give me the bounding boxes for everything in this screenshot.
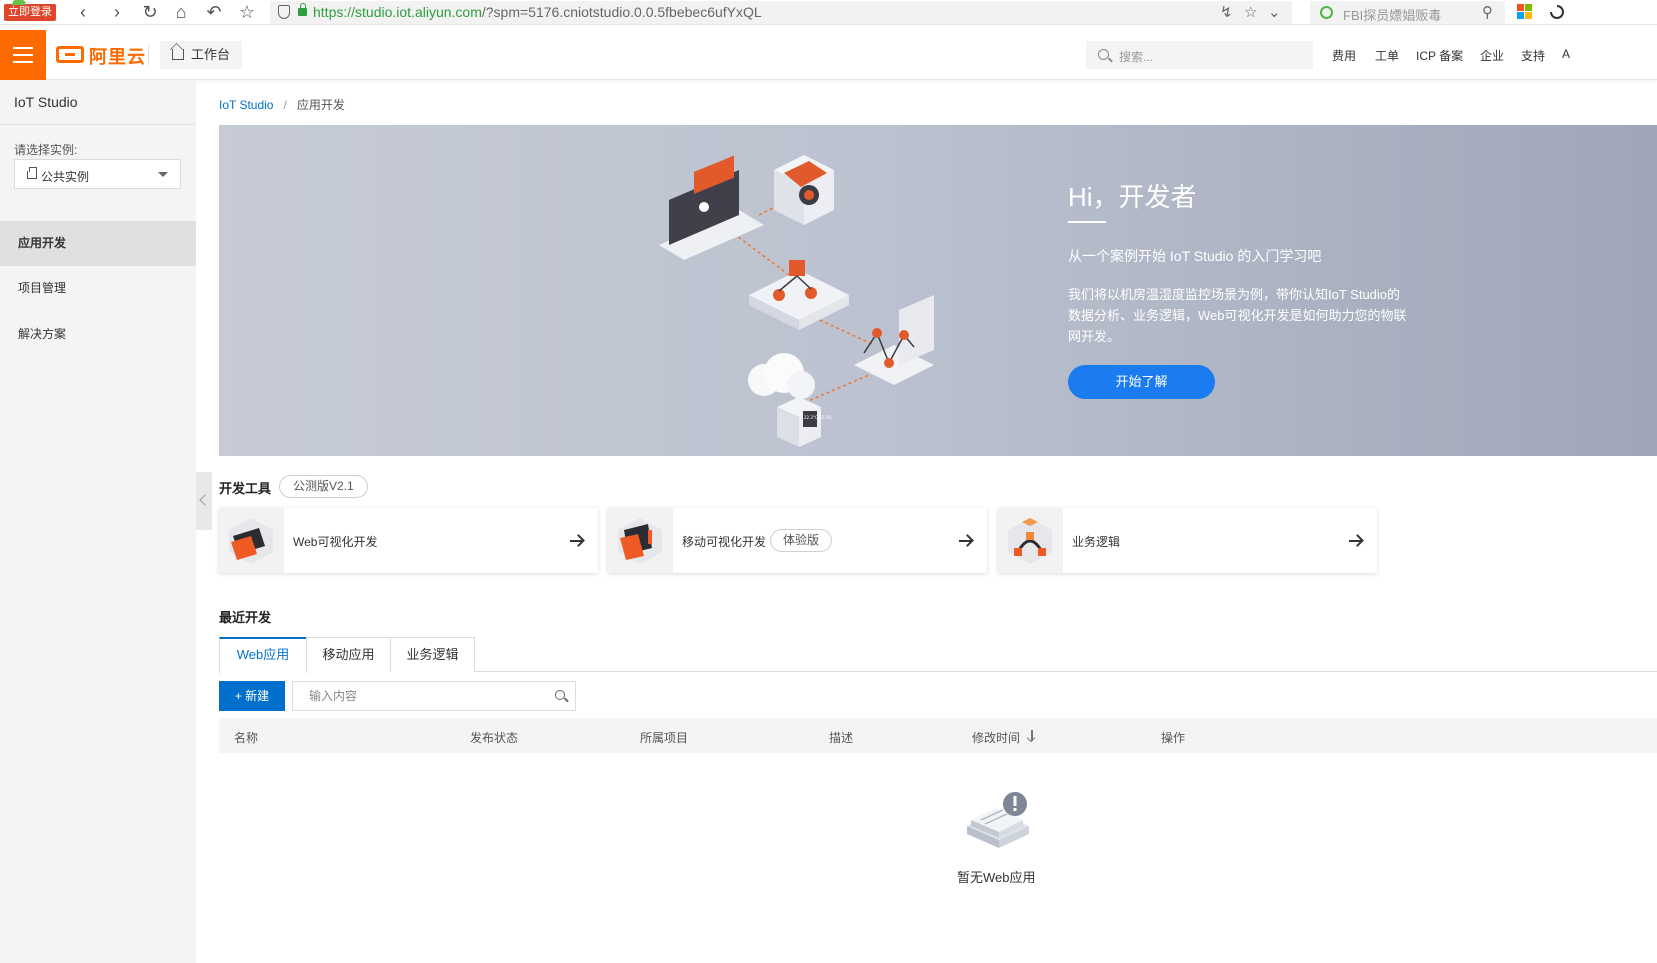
recent-dev-title: 最近开发 (219, 610, 272, 625)
browser-search-text: FBI探员嫖娼贩毒 (1343, 8, 1442, 23)
logo-text: 阿里云 (89, 47, 146, 67)
tool-card-mobile-visual[interactable]: 移动可视化开发 体验版 (608, 508, 987, 573)
shield-icon (278, 5, 290, 19)
workbench-button[interactable]: 工作台 (160, 41, 243, 69)
banner-description: 我们将以机房温湿度监控场景为例，带你认知IoT Studio的数据分析、业务逻辑… (1068, 287, 1407, 344)
undo-icon[interactable]: ↶ (203, 2, 225, 22)
nav-link-more[interactable]: A (1562, 47, 1570, 61)
lightning-icon[interactable]: ↯ (1220, 3, 1233, 21)
empty-state-icon (967, 792, 1029, 848)
instance-select[interactable]: 公共实例 (14, 159, 181, 189)
url-path: /?spm=5176.cniotstudio.0.0.5fbebec6ufYxQ… (481, 4, 762, 20)
hero-banner: 22.3°C 62.5% Hi，开发者 从一个案例开始 IoT Studio 的… (219, 125, 1657, 456)
sort-icon[interactable] (1027, 729, 1037, 742)
tool-card-web-visual[interactable]: Web可视化开发 (219, 508, 598, 573)
home-icon (172, 49, 184, 60)
tab-business-logic[interactable]: 业务逻辑 (390, 637, 475, 672)
tool-label: 移动可视化开发 (682, 535, 767, 549)
arrow-right-icon[interactable] (570, 534, 582, 547)
nav-link-ticket[interactable]: 工单 (1375, 47, 1399, 64)
breadcrumb: IoT Studio / 应用开发 (219, 96, 345, 113)
divider (0, 124, 196, 125)
column-actions: 操作 (1161, 731, 1186, 745)
arrow-right-icon[interactable] (1349, 534, 1361, 547)
sensor-readout: 22.3°C 62.5% (804, 415, 832, 420)
banner-title: Hi，开发者 (1068, 182, 1197, 212)
browser-toolbar: 立即登录 ‹ › ↻ ⌂ ↶ ☆ https://studio.iot.aliy… (0, 0, 1657, 25)
search-icon (1098, 49, 1109, 60)
url-scheme: https:// (313, 4, 356, 20)
column-name: 名称 (234, 731, 259, 745)
arrow-right-icon[interactable] (959, 534, 971, 547)
mobile-visual-dev-icon (608, 508, 673, 573)
extension-icon[interactable] (1548, 3, 1566, 21)
forward-icon[interactable]: › (106, 2, 128, 22)
column-publish-status: 发布状态 (470, 731, 519, 745)
breadcrumb-root-link[interactable]: IoT Studio (219, 98, 273, 112)
workbench-label: 工作台 (191, 47, 231, 62)
nav-link-enterprise[interactable]: 企业 (1480, 47, 1504, 64)
search-input[interactable] (292, 681, 576, 711)
global-search-input[interactable]: 搜索... (1086, 41, 1313, 69)
recent-tabs: Web应用 移动应用 业务逻辑 (219, 637, 1657, 673)
empty-state-text: 暂无Web应用 (957, 870, 1036, 885)
sidebar-collapse-handle[interactable] (196, 472, 212, 530)
sidebar-item-app-dev[interactable]: 应用开发 (0, 221, 196, 266)
login-badge[interactable]: 立即登录 (4, 0, 56, 21)
top-navigation: 阿里云 工作台 搜索... 费用 工单 ICP 备案 企业 支持 A (0, 30, 1657, 80)
column-modified-time[interactable]: 修改时间 (972, 729, 1020, 746)
tab-web-apps[interactable]: Web应用 (219, 637, 307, 673)
breadcrumb-current: 应用开发 (296, 98, 345, 112)
search-icon[interactable] (555, 690, 565, 700)
banner-title-underline (1068, 221, 1106, 223)
table-header: 名称 发布状态 所属项目 描述 修改时间 操作 (219, 718, 1657, 753)
trial-badge: 体验版 (770, 529, 833, 552)
divider (148, 45, 149, 65)
nav-link-support[interactable]: 支持 (1521, 47, 1545, 64)
dev-tools-title: 开发工具 (219, 481, 272, 496)
search-engine-icon (1320, 6, 1333, 19)
iot-illustration: 22.3°C 62.5% (659, 155, 934, 447)
building-icon (27, 167, 37, 179)
column-project: 所属项目 (640, 731, 689, 745)
nav-link-billing[interactable]: 费用 (1332, 47, 1356, 64)
version-badge: 公测版V2.1 (279, 475, 368, 498)
tool-card-business-logic[interactable]: 业务逻辑 (998, 508, 1377, 573)
banner-subtitle: 从一个案例开始 IoT Studio 的入门学习吧 (1068, 248, 1322, 264)
business-logic-icon (998, 508, 1063, 573)
sidebar: IoT Studio 请选择实例: 公共实例 应用开发 项目管理 解决方案 (0, 80, 196, 963)
instance-value: 公共实例 (41, 170, 90, 184)
browser-search-box[interactable]: FBI探员嫖娼贩毒 ⚲ (1310, 1, 1505, 24)
address-bar[interactable]: https://studio.iot.aliyun.com/?spm=5176.… (270, 1, 1292, 24)
lock-icon (298, 3, 307, 16)
nav-link-icp[interactable]: ICP 备案 (1416, 47, 1463, 64)
instance-label: 请选择实例: (14, 143, 78, 157)
breadcrumb-separator: / (283, 98, 287, 112)
tool-label: Web可视化开发 (293, 535, 378, 549)
tool-label: 业务逻辑 (1072, 535, 1121, 549)
search-icon[interactable]: ⚲ (1482, 3, 1493, 21)
column-description: 描述 (829, 731, 854, 745)
url-text[interactable]: https://studio.iot.aliyun.com/?spm=5176.… (313, 4, 762, 20)
sidebar-title: IoT Studio (14, 94, 78, 110)
search-placeholder: 搜索... (1119, 50, 1154, 64)
apps-grid-icon[interactable] (1517, 4, 1532, 19)
back-icon[interactable]: ‹ (72, 2, 94, 22)
home-icon[interactable]: ⌂ (170, 2, 192, 22)
aliyun-logo-mark (56, 46, 84, 63)
web-visual-dev-icon (219, 508, 284, 573)
sidebar-item-solutions[interactable]: 解决方案 (0, 312, 196, 357)
reload-icon[interactable]: ↻ (139, 2, 161, 22)
bookmark-star-icon[interactable]: ☆ (236, 2, 258, 22)
get-started-button[interactable]: 开始了解 (1068, 365, 1215, 399)
star-icon[interactable]: ☆ (1244, 3, 1257, 21)
caret-down-icon (158, 172, 168, 177)
sidebar-item-projects[interactable]: 项目管理 (0, 266, 196, 311)
new-button[interactable]: + 新建 (219, 681, 285, 711)
tab-mobile-apps[interactable]: 移动应用 (306, 637, 391, 672)
menu-icon[interactable] (0, 30, 46, 80)
url-host: studio.iot.aliyun.com (355, 4, 482, 20)
chevron-down-icon[interactable]: ⌄ (1268, 3, 1281, 21)
